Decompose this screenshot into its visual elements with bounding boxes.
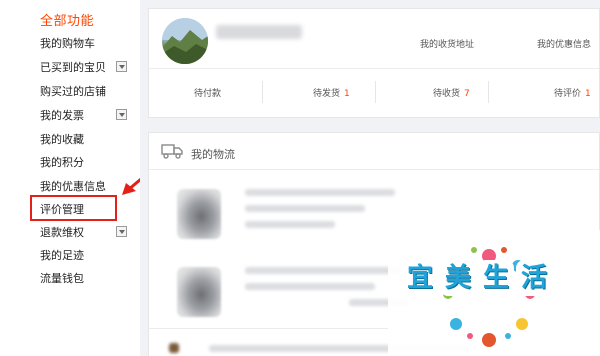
status-pending-receipt[interactable]: 待收货 7 [433,86,470,99]
divider [375,81,376,103]
watermark-char: 美 [442,262,474,294]
watermark-char: 生 [480,262,512,294]
logistics-item-text-blurred [245,221,335,228]
sidebar-item-invoice[interactable]: 我的发票 [40,107,84,125]
status-label: 待收货 [433,89,461,99]
avatar[interactable] [162,18,208,64]
address-link[interactable]: 我的收货地址 [420,37,474,50]
annotation-highlight-box [30,195,117,221]
sidebar-item-purchased[interactable]: 已买到的宝贝 [40,59,106,77]
divider [149,68,599,69]
sidebar-item-refunds[interactable]: 退款维权 [40,224,84,242]
watermark-char: 宜 [404,262,436,294]
status-pending-payment[interactable]: 待付款 [194,86,225,99]
divider [149,169,599,170]
sidebar: 全部功能 我的购物车 已买到的宝贝 购买过的店铺 我的发票 我的收藏 我的积分 … [0,0,156,356]
product-thumbnail[interactable] [177,267,221,317]
status-count: 1 [344,89,350,99]
sidebar-item-shops[interactable]: 购买过的店铺 [40,83,106,101]
sidebar-item-footprints[interactable]: 我的足迹 [40,247,84,265]
logistics-item-text-blurred [245,267,405,274]
sidebar-title: 全部功能 [40,14,95,29]
logistics-title: 我的物流 [191,148,235,161]
logistics-item-text-blurred [245,189,395,196]
item-icon-blurred [169,343,179,353]
expand-toggle-invoice[interactable] [116,109,127,120]
status-pending-review[interactable]: 待评价 1 [554,86,591,99]
watermark-text: 宜 美 生 活 [404,262,550,294]
logistics-item-text-blurred [245,205,365,212]
status-label: 待付款 [194,89,222,99]
sidebar-item-coupons[interactable]: 我的优惠信息 [40,178,106,196]
logistics-item-text-blurred [245,283,375,290]
expand-toggle-refunds[interactable] [116,226,127,237]
sidebar-item-favorites[interactable]: 我的收藏 [40,131,84,149]
product-thumbnail[interactable] [177,189,221,239]
status-label: 待评价 [554,89,582,99]
sidebar-item-cart[interactable]: 我的购物车 [40,35,95,53]
status-label: 待发货 [313,89,341,99]
status-count: 1 [585,89,591,99]
sidebar-item-points[interactable]: 我的积分 [40,154,84,172]
flower-wreath-icon [441,247,537,347]
coupon-link[interactable]: 我的优惠信息 [537,37,591,50]
profile-panel: 我的收货地址 我的优惠信息 待付款 待发货 1 待收货 7 待评价 1 [148,8,600,118]
truck-icon [161,144,183,159]
divider [488,81,489,103]
username-blurred [216,25,302,39]
landscape-icon [162,18,208,64]
watermark-char: 活 [518,262,550,294]
status-pending-shipment[interactable]: 待发货 1 [313,86,350,99]
expand-toggle-purchased[interactable] [116,61,127,72]
sidebar-item-data-wallet[interactable]: 流量钱包 [40,270,84,288]
divider [262,81,263,103]
status-count: 7 [464,89,470,99]
